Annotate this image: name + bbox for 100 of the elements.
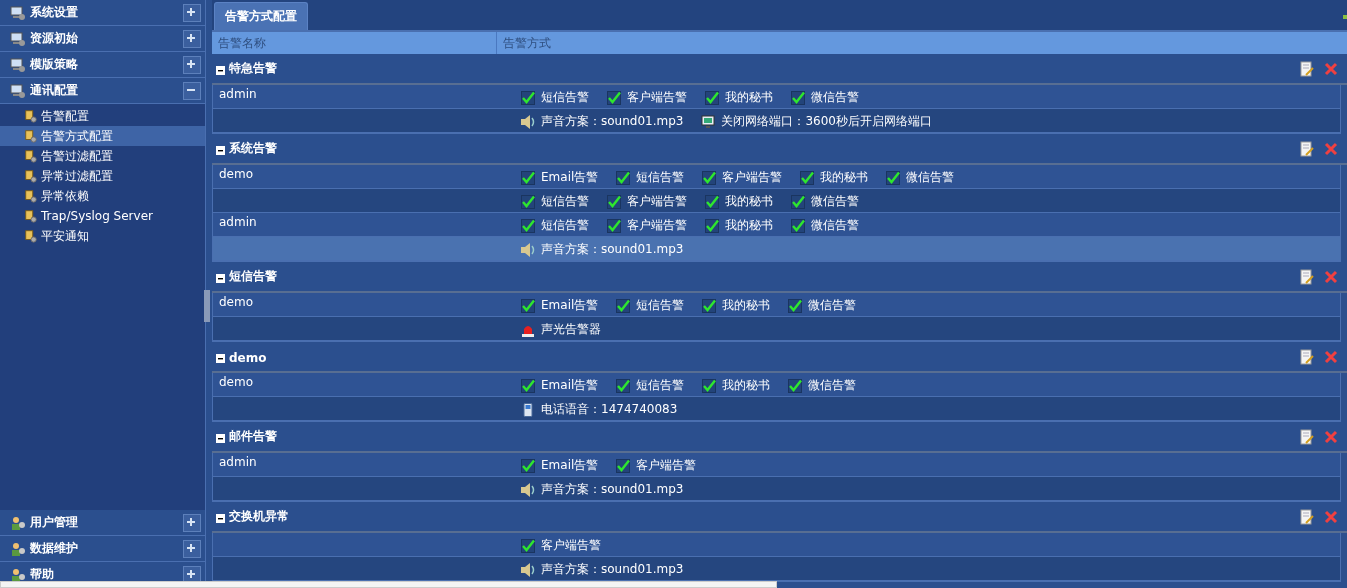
- checkbox[interactable]: [702, 298, 717, 313]
- table-row[interactable]: admin 短信告警 客户端告警 我的秘书 微信告警: [213, 213, 1340, 237]
- method-label: Email告警: [541, 457, 599, 474]
- method-label: 声音方案：sound01.mp3: [541, 113, 684, 130]
- checkbox[interactable]: [788, 378, 803, 393]
- method-label: 客户端告警: [627, 193, 687, 210]
- table-row[interactable]: admin Email告警 客户端告警: [213, 453, 1340, 477]
- edit-icon[interactable]: [1299, 349, 1315, 365]
- checkbox[interactable]: [521, 90, 535, 105]
- table-cell: demo: [219, 375, 254, 389]
- table-row[interactable]: 声音方案：sound01.mp3: [213, 237, 1340, 261]
- checkbox[interactable]: [521, 378, 535, 393]
- method-label: 微信告警: [906, 169, 955, 186]
- checkbox[interactable]: [702, 378, 717, 393]
- checkbox[interactable]: [791, 90, 805, 105]
- table-row[interactable]: admin 短信告警 客户端告警 我的秘书 微信告警: [213, 85, 1340, 109]
- expand-icon[interactable]: [183, 29, 201, 48]
- method-label: 客户端告警: [636, 457, 697, 474]
- method-label: 电话语音：1474740083: [541, 401, 678, 418]
- table-row[interactable]: 电话语音：1474740083: [213, 397, 1340, 421]
- checkbox[interactable]: [800, 170, 815, 185]
- collapse-icon[interactable]: [216, 274, 225, 283]
- accordion-header[interactable]: 模版策略: [0, 52, 205, 78]
- method-label: 微信告警: [811, 217, 859, 234]
- group-title: 特急告警: [229, 60, 277, 77]
- collapse-icon[interactable]: [183, 81, 201, 100]
- sidebar-item[interactable]: Trap/Syslog Server: [0, 206, 205, 226]
- method-label: 短信告警: [636, 377, 685, 394]
- speaker-icon: [521, 562, 535, 577]
- expand-icon[interactable]: [183, 55, 201, 74]
- gear-icon: [24, 229, 38, 243]
- checkbox[interactable]: [521, 298, 535, 313]
- accordion-header[interactable]: 资源初始: [0, 26, 205, 52]
- checkbox[interactable]: [886, 170, 901, 185]
- table-row[interactable]: demo Email告警 短信告警 我的秘书 微信告警: [213, 373, 1340, 397]
- sidebar-item[interactable]: 告警过滤配置: [0, 146, 205, 166]
- collapse-handle[interactable]: [204, 290, 210, 322]
- table-row[interactable]: 声音方案：sound01.mp3 关闭网络端口：3600秒后开启网络端口: [213, 109, 1340, 133]
- group-title: 交换机异常: [229, 508, 289, 525]
- checkbox[interactable]: [616, 170, 631, 185]
- gear-icon: [24, 109, 38, 123]
- method-label: 客户端告警: [541, 537, 601, 554]
- edit-icon[interactable]: [1299, 509, 1315, 525]
- sidebar-item[interactable]: 异常过滤配置: [0, 166, 205, 186]
- edit-icon[interactable]: [1299, 141, 1315, 157]
- checkbox[interactable]: [616, 378, 631, 393]
- edit-icon[interactable]: [1299, 61, 1315, 77]
- tab[interactable]: 告警方式配置: [214, 2, 308, 30]
- edit-icon[interactable]: [1299, 269, 1315, 285]
- sidebar-item[interactable]: 异常依赖: [0, 186, 205, 206]
- sidebar-item[interactable]: 告警配置: [0, 106, 205, 126]
- checkbox[interactable]: [788, 298, 803, 313]
- checkbox[interactable]: [705, 218, 719, 233]
- checkbox[interactable]: [521, 458, 535, 473]
- checkbox[interactable]: [616, 298, 631, 313]
- table-row[interactable]: demo Email告警 短信告警 客户端告警 我的秘书 微信告警: [213, 165, 1340, 189]
- method-label: 我的秘书: [722, 297, 771, 314]
- table-row[interactable]: 声光告警器: [213, 317, 1340, 341]
- collapse-icon[interactable]: [216, 146, 225, 155]
- collapse-icon[interactable]: [216, 66, 225, 75]
- expand-icon[interactable]: [183, 513, 201, 532]
- checkbox[interactable]: [521, 194, 535, 209]
- checkbox[interactable]: [607, 90, 621, 105]
- collapse-icon[interactable]: [216, 434, 225, 443]
- checkbox[interactable]: [791, 218, 805, 233]
- accordion-header[interactable]: 数据维护: [0, 536, 205, 562]
- checkbox[interactable]: [607, 194, 621, 209]
- checkbox[interactable]: [607, 218, 621, 233]
- sidebar-item[interactable]: 告警方式配置: [0, 126, 205, 146]
- edit-icon[interactable]: [1299, 429, 1315, 445]
- table-row[interactable]: 声音方案：sound01.mp3: [213, 477, 1340, 501]
- checkbox[interactable]: [791, 194, 805, 209]
- method-label: 微信告警: [811, 89, 859, 106]
- gear-icon: [24, 149, 38, 163]
- checkbox[interactable]: [705, 90, 719, 105]
- table-row[interactable]: 声音方案：sound01.mp3: [213, 557, 1340, 581]
- expand-icon[interactable]: [183, 3, 201, 22]
- expand-icon[interactable]: [183, 539, 201, 558]
- table-cell: admin: [219, 87, 257, 101]
- method-label: 我的秘书: [725, 217, 773, 234]
- method-label: 微信告警: [811, 193, 859, 210]
- accordion-header[interactable]: 通讯配置: [0, 78, 205, 104]
- table-row[interactable]: demo Email告警 短信告警 我的秘书 微信告警: [213, 293, 1340, 317]
- accordion-header[interactable]: 用户管理: [0, 510, 205, 536]
- checkbox[interactable]: [705, 194, 719, 209]
- checkbox[interactable]: [616, 458, 631, 473]
- monitor-icon: [10, 4, 26, 21]
- sidebar-item[interactable]: 平安通知: [0, 226, 205, 246]
- collapse-icon[interactable]: [216, 354, 225, 363]
- table-row[interactable]: 短信告警 客户端告警 我的秘书 微信告警: [213, 189, 1340, 213]
- checkbox[interactable]: [702, 170, 717, 185]
- status-indicator: [1343, 15, 1347, 19]
- collapse-icon[interactable]: [216, 514, 225, 523]
- checkbox[interactable]: [521, 538, 535, 553]
- table-row[interactable]: 客户端告警: [213, 533, 1340, 557]
- group-title: 系统告警: [229, 140, 277, 157]
- monitor-icon: [10, 30, 26, 47]
- checkbox[interactable]: [521, 218, 535, 233]
- checkbox[interactable]: [521, 170, 535, 185]
- accordion-header[interactable]: 系统设置: [0, 0, 205, 26]
